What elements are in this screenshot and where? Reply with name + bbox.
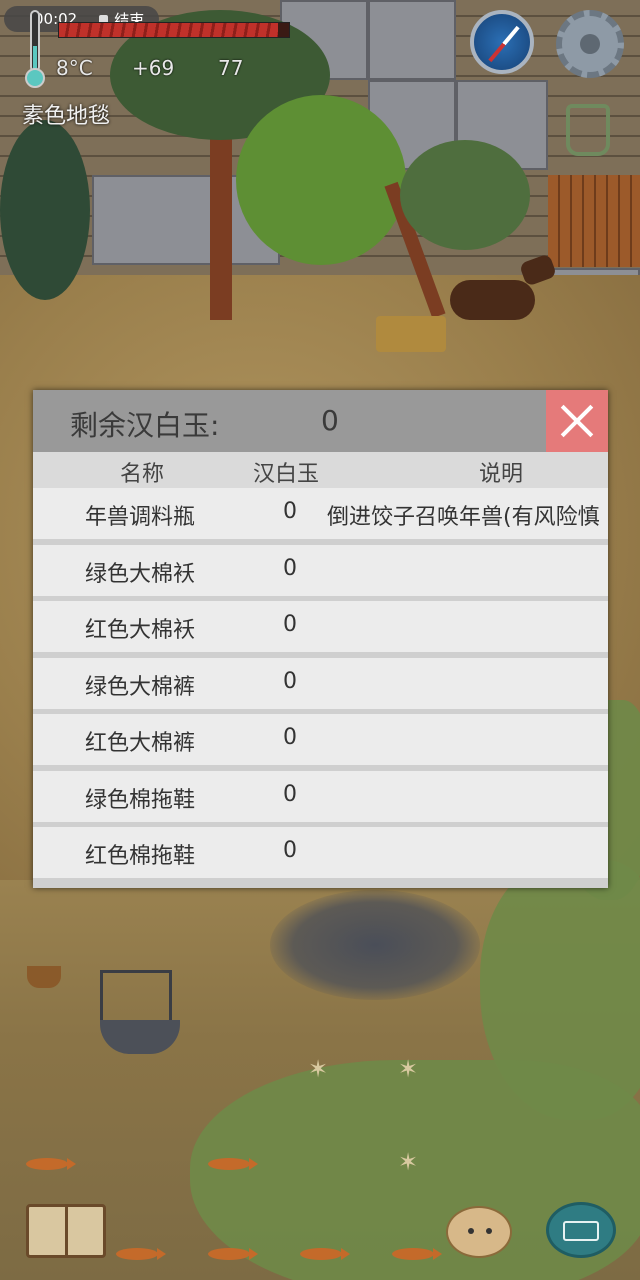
current-location-label: 素色地毯 xyxy=(22,104,111,129)
item-cost: 0 xyxy=(283,725,297,750)
item-cost: 0 xyxy=(283,668,297,694)
item-cost: 0 xyxy=(283,555,297,581)
item-list: 年兽调料瓶 0 倒进饺子召唤年兽(有风险慎 绿色大棉袄 0 红色大棉袄 0 绿色… xyxy=(33,488,608,884)
wooden-fence xyxy=(548,175,640,267)
table-row[interactable]: 红色大棉袄 0 xyxy=(33,601,608,652)
column-header-name: 名称 xyxy=(120,462,165,487)
item-cost: 0 xyxy=(283,612,297,637)
item-cost: 0 xyxy=(283,838,297,863)
item-description: 倒进饺子召唤年兽(有风险慎 xyxy=(327,505,600,530)
leafy-bush-tree[interactable] xyxy=(236,95,406,265)
stone-floor-tile xyxy=(368,0,456,80)
table-row[interactable]: 红色棉拖鞋 0 xyxy=(33,827,608,878)
column-header-cost: 汉白玉 xyxy=(253,462,320,487)
thermometer-icon xyxy=(24,10,46,88)
table-row[interactable]: 绿色棉拖鞋 0 xyxy=(33,770,608,822)
item-name: 绿色大棉袄 xyxy=(85,561,196,587)
item-name: 红色大棉裤 xyxy=(85,731,196,756)
horse[interactable] xyxy=(450,280,535,320)
fish[interactable] xyxy=(26,1158,76,1170)
remaining-jade-value: 0 xyxy=(321,404,339,437)
stat-value-2: 77 xyxy=(218,56,244,80)
journal-book-icon[interactable] xyxy=(26,1204,106,1258)
item-cost: 0 xyxy=(283,499,297,524)
remaining-jade-label: 剩余汉白玉: xyxy=(70,409,220,442)
item-cost: 0 xyxy=(283,781,297,807)
table-row[interactable]: 绿色大棉袄 0 xyxy=(33,544,608,596)
item-name: 红色棉拖鞋 xyxy=(85,844,196,869)
basket[interactable] xyxy=(27,966,61,988)
starfish[interactable]: ✶ xyxy=(398,1055,418,1083)
starfish[interactable]: ✶ xyxy=(398,1148,418,1176)
health-bar xyxy=(58,22,290,38)
close-button[interactable] xyxy=(546,390,608,452)
table-row[interactable]: 绿色大棉裤 0 xyxy=(33,657,608,709)
fish[interactable] xyxy=(208,1248,258,1260)
item-name: 绿色大棉裤 xyxy=(85,674,196,700)
grill-frame xyxy=(100,970,172,1022)
table-row[interactable]: 年兽调料瓶 0 倒进饺子召唤年兽(有风险慎 xyxy=(33,488,608,539)
fish[interactable] xyxy=(392,1248,442,1260)
settings-gear-icon[interactable] xyxy=(556,10,624,78)
table-row[interactable]: 红色大棉裤 0 xyxy=(33,714,608,765)
compass-icon[interactable] xyxy=(470,10,534,74)
wooden-cart[interactable] xyxy=(376,316,446,352)
table-header: 名称 汉白玉 说明 xyxy=(33,452,608,488)
keyboard-chat-icon[interactable] xyxy=(546,1202,616,1258)
fish[interactable] xyxy=(300,1248,350,1260)
health-bar-fill xyxy=(59,23,278,37)
item-name: 红色大棉袄 xyxy=(85,618,196,643)
bonsai-tree[interactable] xyxy=(400,140,530,250)
item-name: 绿色棉拖鞋 xyxy=(85,787,196,813)
jade-exchange-dialog: 剩余汉白玉: 0 名称 汉白玉 说明 年兽调料瓶 0 倒进饺子召唤年兽(有风险慎… xyxy=(33,390,608,888)
starfish[interactable]: ✶ xyxy=(308,1055,328,1083)
temperature-readout: 8°C xyxy=(56,56,93,80)
mud-puddle xyxy=(270,890,480,1000)
column-header-description: 说明 xyxy=(479,462,524,487)
pine-tree[interactable] xyxy=(0,120,90,300)
backpack-icon[interactable] xyxy=(566,104,610,156)
stat-value-1: +69 xyxy=(132,56,175,80)
fish[interactable] xyxy=(208,1158,258,1170)
potato-character-icon[interactable] xyxy=(446,1206,512,1258)
dialog-header: 剩余汉白玉: 0 xyxy=(33,390,608,452)
fish[interactable] xyxy=(116,1248,166,1260)
item-name: 年兽调料瓶 xyxy=(85,505,196,530)
